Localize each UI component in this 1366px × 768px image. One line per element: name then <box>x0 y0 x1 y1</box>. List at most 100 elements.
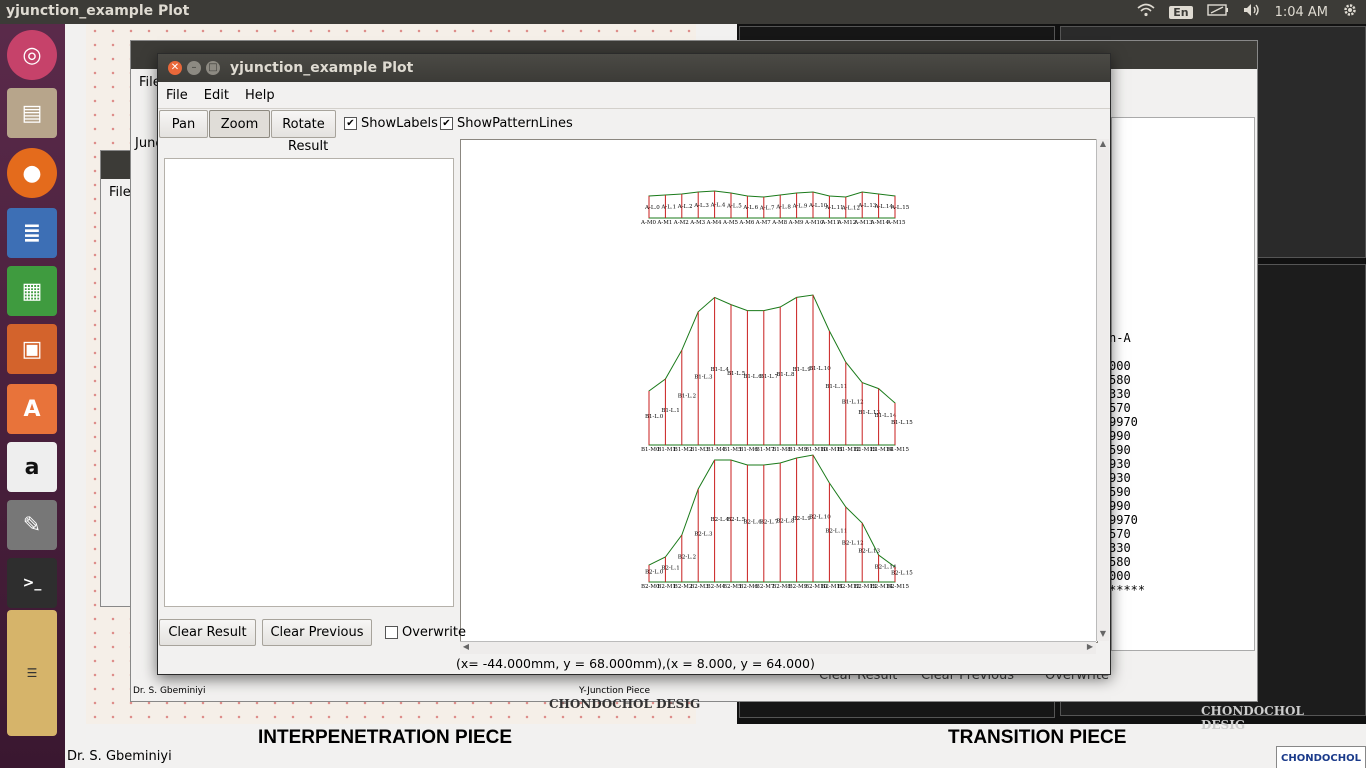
files-icon[interactable]: ▤ <box>7 88 57 138</box>
pattern-line-label: B2-L.10 <box>809 515 831 521</box>
horizontal-scrollbar[interactable]: ◀ ▶ <box>460 641 1096 654</box>
system-tray: En 1:04 AM <box>1137 2 1358 22</box>
logo: CHONDOCHOL <box>1276 746 1366 768</box>
scroll-right-icon[interactable]: ▶ <box>1084 642 1096 654</box>
bg-chondochol-text: CHONDOCHOL DESIG <box>549 697 701 711</box>
result-textarea[interactable] <box>164 158 454 607</box>
pattern-line-label: B2-L.11 <box>825 529 847 535</box>
marker-label: A-M4 <box>706 220 722 226</box>
ubuntu-logo-icon[interactable]: ◎ <box>7 30 57 80</box>
marker-label: A-M5 <box>722 220 738 226</box>
pattern-plot: A-L.0 A-M0 A-L.1 A-M1 A-L.2 A-M2 A-L.3 A-M3 A-L.… <box>640 190 913 590</box>
marker-label: A-M7 <box>755 220 771 226</box>
bg-chondochol-text-right: CHONDOCHOL DESIG <box>1201 704 1304 732</box>
show-labels-label: ShowLabels <box>361 116 438 131</box>
pattern-line-label: B1-L.1 <box>661 408 679 414</box>
close-icon[interactable]: ✕ <box>168 61 182 75</box>
coordinate-readout: (x= -44.000mm, y = 68.000mm),(x = 8.000,… <box>456 656 815 671</box>
marker-label: A-M2 <box>673 220 689 226</box>
titlebar: ✕ – □ yjunction_example Plot <box>158 54 1110 82</box>
pattern-line-label: A-L.7 <box>759 206 775 212</box>
overwrite-checkbox[interactable]: Overwrite <box>385 625 466 640</box>
result-label: Result <box>288 139 329 154</box>
marker-label: A-M6 <box>738 220 754 226</box>
show-labels-checkbox[interactable]: ✔ ShowLabels <box>344 116 438 131</box>
impress-icon[interactable]: ▣ <box>7 324 57 374</box>
toolbar: Pan Zoom Rotate ✔ ShowLabels ✔ ShowPatte… <box>158 110 1108 138</box>
minimize-icon[interactable]: – <box>187 61 201 75</box>
marker-label: B1-M15 <box>887 447 910 453</box>
plot-window: ✕ – □ yjunction_example Plot File Edit H… <box>157 53 1111 675</box>
menu-edit[interactable]: Edit <box>196 88 237 103</box>
active-app-title: yjunction_example Plot <box>6 3 190 19</box>
zoom-button[interactable]: Zoom <box>209 110 270 138</box>
volume-icon[interactable] <box>1243 3 1261 21</box>
pattern-line-label: B2-L.1 <box>661 566 679 572</box>
pattern-line-label: A-L.8 <box>775 205 791 211</box>
show-pattern-lines-checkbox[interactable]: ✔ ShowPatternLines <box>440 116 573 131</box>
menubar: File Edit Help <box>158 82 1110 109</box>
menu-help[interactable]: Help <box>237 88 283 103</box>
firefox-icon[interactable]: ● <box>7 148 57 198</box>
gear-icon[interactable] <box>1342 2 1358 22</box>
checkbox-check-icon: ✔ <box>344 117 357 130</box>
pattern-line-label: B2-L.12 <box>842 541 864 547</box>
pattern-line-label: A-L.11 <box>824 205 843 211</box>
show-pattern-lines-label: ShowPatternLines <box>457 116 573 131</box>
pan-button[interactable]: Pan <box>159 110 208 138</box>
pattern-line-label: B2-L.15 <box>891 571 913 577</box>
scroll-down-icon[interactable]: ▼ <box>1097 629 1109 641</box>
checkbox-check-icon: ✔ <box>440 117 453 130</box>
pattern-line-label: B1-L.15 <box>891 420 913 426</box>
author-label: Dr. S. Gbeminiyi <box>67 749 172 764</box>
amazon-icon[interactable]: a <box>7 442 57 492</box>
writer-icon[interactable]: ≣ <box>7 208 57 258</box>
marker-label: A-M8 <box>771 220 787 226</box>
marker-label: B2-M15 <box>887 584 910 590</box>
settings-icon[interactable]: ✎ <box>7 500 57 550</box>
pattern-line-label: B1-L.2 <box>678 394 696 400</box>
pattern-line-label: B2-L.3 <box>694 532 713 538</box>
clear-result-button[interactable]: Clear Result <box>159 619 256 646</box>
pattern-line-label: B1-L.12 <box>842 400 864 406</box>
pattern-line-label: B1-L.11 <box>825 384 847 390</box>
clock[interactable]: 1:04 AM <box>1275 5 1328 20</box>
window-title: yjunction_example Plot <box>230 60 414 76</box>
pattern-line-label: A-L.1 <box>660 205 676 211</box>
keyboard-layout-indicator[interactable]: En <box>1169 5 1193 19</box>
scroll-up-icon[interactable]: ▲ <box>1097 139 1109 151</box>
bg-y-junction-label: Y-Junction Piece <box>579 686 651 696</box>
bg-file-menu: File <box>109 185 131 200</box>
top-panel: yjunction_example Plot En 1:04 AM <box>0 0 1366 24</box>
pattern-line-label: B1-L.14 <box>875 413 897 419</box>
plot-canvas[interactable]: A-L.0 A-M0 A-L.1 A-M1 A-L.2 A-M2 A-L.3 A-M3 A-L.… <box>460 139 1098 643</box>
pattern-line-label: B2-L.2 <box>678 555 696 561</box>
scroll-left-icon[interactable]: ◀ <box>460 642 472 654</box>
marker-label: A-M0 <box>640 220 656 226</box>
bg-author-small: Dr. S. Gbeminiyi <box>133 686 206 696</box>
terminal-icon[interactable]: >_ <box>7 558 57 608</box>
right-caption: TRANSITION PIECE <box>948 727 1127 748</box>
pattern-line-label: A-L.0 <box>644 205 660 211</box>
pattern-line-label: A-L.3 <box>693 203 709 209</box>
maximize-icon[interactable]: □ <box>206 61 220 75</box>
pattern-line-label: A-L.4 <box>710 203 726 209</box>
clear-previous-button[interactable]: Clear Previous <box>262 619 372 646</box>
piece-outline-B2 <box>648 454 896 583</box>
piece-outline-B1 <box>648 294 896 446</box>
pattern-line-label: A-L.12 <box>841 206 860 212</box>
vertical-scrollbar[interactable]: ▲ ▼ <box>1096 139 1109 641</box>
pattern-line-label: B2-L.13 <box>858 549 880 555</box>
menu-file[interactable]: File <box>158 88 196 103</box>
wifi-icon[interactable] <box>1137 3 1155 21</box>
marker-label: A-M3 <box>689 220 705 226</box>
pattern-line-label: A-L.5 <box>726 204 742 210</box>
stacked-windows-icon[interactable]: ☰ <box>7 610 57 736</box>
calc-icon[interactable]: ▦ <box>7 266 57 316</box>
battery-icon[interactable] <box>1206 4 1229 20</box>
pattern-line-label: A-L.2 <box>677 204 693 210</box>
pattern-line-label: A-L.15 <box>890 205 910 211</box>
pattern-line-label: A-L.9 <box>792 204 808 210</box>
software-center-icon[interactable]: A <box>7 384 57 434</box>
rotate-button[interactable]: Rotate <box>271 110 336 138</box>
